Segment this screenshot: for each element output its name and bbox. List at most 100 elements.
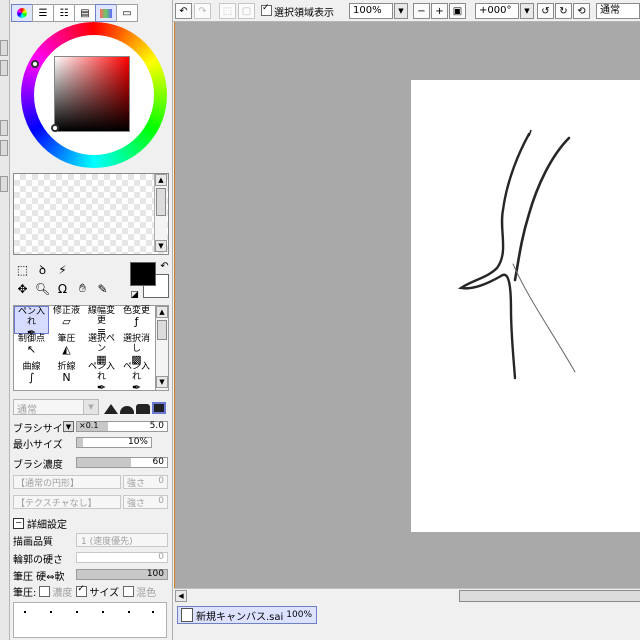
size-multiplier-dropdown[interactable]: ▼ xyxy=(63,421,74,432)
tip-flat-icon[interactable] xyxy=(136,404,150,414)
brush-shape-select[interactable]: 【通常の円形】 xyxy=(13,475,121,489)
brush-slot[interactable]: 曲線 ∫ xyxy=(14,362,49,390)
brush-slot[interactable]: 制御点 ↖ xyxy=(14,334,49,362)
brush-label: 選択ペン xyxy=(87,334,115,354)
brush-slot[interactable]: ペン入れ ✒ xyxy=(119,362,154,393)
color-wheel-icon xyxy=(17,8,27,18)
brush-slot[interactable]: 色変更 ƒ xyxy=(119,306,154,334)
chevron-down-icon[interactable]: ▼ xyxy=(394,3,408,19)
edge-handle[interactable] xyxy=(0,60,8,76)
brush-slot[interactable]: ペン入れ ✒ xyxy=(14,306,49,338)
texture-strength-field[interactable]: 強さ 0 xyxy=(123,495,168,509)
scroll-up-arrow-icon[interactable]: ▲ xyxy=(155,174,167,186)
rotate-left-icon[interactable]: ↺ xyxy=(537,3,554,19)
show-selection-label: 選択領域表示 xyxy=(274,8,334,19)
brush-size-presets[interactable] xyxy=(13,602,167,638)
pressure-blend-checkbox[interactable] xyxy=(123,585,135,597)
show-selection-checkbox[interactable] xyxy=(261,3,272,16)
sv-marker[interactable] xyxy=(51,124,59,132)
scratchpad-mode-button[interactable]: ▭ xyxy=(116,4,138,22)
canvas-workspace[interactable] xyxy=(174,22,640,588)
canvas-toolbar: ↶ ↷ ⬚ ▢ 選択領域表示 100% ▼ − + ▣ +000° ▼ ↺ ↻ … xyxy=(173,0,640,22)
edge-handle[interactable] xyxy=(0,140,8,156)
scroll-down-arrow-icon[interactable]: ▼ xyxy=(155,240,167,252)
swatch-scrollbar[interactable]: ▲ ▼ xyxy=(154,174,167,252)
pressure-size-checkbox[interactable] xyxy=(76,584,88,597)
undo-icon[interactable]: ↶ xyxy=(175,3,192,19)
blend-mode-select[interactable]: 通常 ▼ xyxy=(13,399,99,416)
rotate-icon[interactable]: Ω xyxy=(54,280,71,297)
density-slider[interactable]: 60 xyxy=(76,457,168,468)
deselect-icon[interactable]: ⬚ xyxy=(219,3,236,19)
canvas-blend-select[interactable]: 通常 xyxy=(596,3,640,19)
drawing-canvas[interactable] xyxy=(411,80,640,532)
quality-select[interactable]: 1 (速度優先) xyxy=(76,533,168,547)
zoom-in-icon[interactable]: + xyxy=(431,3,448,19)
brush-slot[interactable]: 選択消し ▩ xyxy=(119,334,154,365)
chevron-down-icon[interactable]: ▼ xyxy=(520,3,534,19)
tip-square-icon[interactable] xyxy=(152,402,166,414)
swatch-mode-button[interactable] xyxy=(95,4,117,22)
pressure-slider[interactable]: 100 xyxy=(76,569,168,580)
lasso-icon[interactable]: ꝺ xyxy=(34,261,51,278)
rgb-slider-mode-button[interactable]: ☰ xyxy=(32,4,54,22)
mixer-mode-button[interactable]: ▤ xyxy=(74,4,96,22)
scroll-left-arrow-icon[interactable]: ◀ xyxy=(175,590,187,602)
edge-handle[interactable] xyxy=(0,120,8,136)
scroll-thumb[interactable] xyxy=(157,320,167,340)
transparent-color-icon[interactable]: ◪ xyxy=(126,286,143,303)
brush-grid-scrollbar[interactable]: ▲ ▼ xyxy=(155,305,169,391)
rotate-right-icon[interactable]: ↻ xyxy=(555,3,572,19)
hsv-slider-mode-button[interactable]: ☷ xyxy=(53,4,75,22)
brush-slot[interactable]: 筆圧 ◭ xyxy=(49,334,84,362)
brush-size-slider[interactable]: ×0.1 5.0 xyxy=(76,421,168,432)
scroll-up-arrow-icon[interactable]: ▲ xyxy=(156,306,168,318)
redo-icon[interactable]: ↷ xyxy=(194,3,211,19)
tip-round-icon[interactable] xyxy=(120,406,134,414)
rect-select-icon[interactable]: ⬚ xyxy=(14,261,31,278)
density-value: 60 xyxy=(152,457,164,467)
recolor-icon: ƒ xyxy=(134,315,139,328)
scroll-thumb[interactable] xyxy=(459,590,640,602)
min-size-slider[interactable]: 10% xyxy=(76,437,152,448)
edge-hardness-label: 輪郭の硬さ xyxy=(13,554,63,566)
brush-slot[interactable]: 選択ペン ▦ xyxy=(84,334,119,365)
saturation-value-square[interactable] xyxy=(51,56,130,132)
eyedropper-icon[interactable]: ✎ xyxy=(94,280,111,297)
canvas-horizontal-scrollbar[interactable]: ◀ xyxy=(174,588,640,603)
scroll-thumb[interactable] xyxy=(156,188,166,216)
tip-sharp-icon[interactable] xyxy=(104,404,118,414)
details-toggle[interactable]: − 詳細設定 xyxy=(13,516,167,531)
document-tab[interactable]: 新規キャンバス.sai 100% xyxy=(177,606,317,624)
magic-wand-icon[interactable]: ⚡ xyxy=(54,261,71,278)
edge-handle[interactable] xyxy=(0,40,8,56)
foreground-color-swatch[interactable] xyxy=(130,262,156,286)
zoom-select[interactable]: 100% xyxy=(349,3,393,19)
clear-icon[interactable]: ▢ xyxy=(238,3,255,19)
swap-colors-icon[interactable]: ↶ xyxy=(156,258,173,275)
shape-strength-field[interactable]: 強さ 0 xyxy=(123,475,168,489)
brush-size-value: 5.0 xyxy=(149,421,164,431)
color-swatch-area[interactable]: ▲ ▼ xyxy=(13,173,169,255)
move-icon[interactable]: ✥ xyxy=(14,280,31,297)
edge-hardness-slider[interactable]: 0 xyxy=(76,552,168,563)
scroll-down-arrow-icon[interactable]: ▼ xyxy=(156,376,168,388)
hue-marker[interactable] xyxy=(31,60,39,68)
zoom-out-icon[interactable]: − xyxy=(413,3,430,19)
brush-slot[interactable]: ペン入れ ✒ xyxy=(84,362,119,393)
zoom-icon[interactable]: 🔍︎ xyxy=(34,280,51,297)
brush-slot[interactable]: 線幅変更 ≡ xyxy=(84,306,119,337)
edge-handle[interactable] xyxy=(0,176,8,192)
brush-slot[interactable]: 折線 N xyxy=(49,362,84,390)
rotation-select[interactable]: +000° xyxy=(475,3,519,19)
pressure-density-checkbox[interactable] xyxy=(39,585,51,597)
pressure-size-label: サイズ xyxy=(89,587,120,599)
zoom-reset-icon[interactable]: ▣ xyxy=(449,3,466,19)
rotate-reset-icon[interactable]: ⟲ xyxy=(573,3,590,19)
hand-icon[interactable]: ✋︎ xyxy=(74,280,91,297)
mixer-icon: ▤ xyxy=(80,7,90,19)
texture-select[interactable]: 【テクスチャなし】 xyxy=(13,495,121,509)
swatch-icon xyxy=(100,8,112,18)
color-wheel-mode-button[interactable] xyxy=(11,4,33,22)
brush-slot[interactable]: 修正液 ▱ xyxy=(49,306,84,334)
